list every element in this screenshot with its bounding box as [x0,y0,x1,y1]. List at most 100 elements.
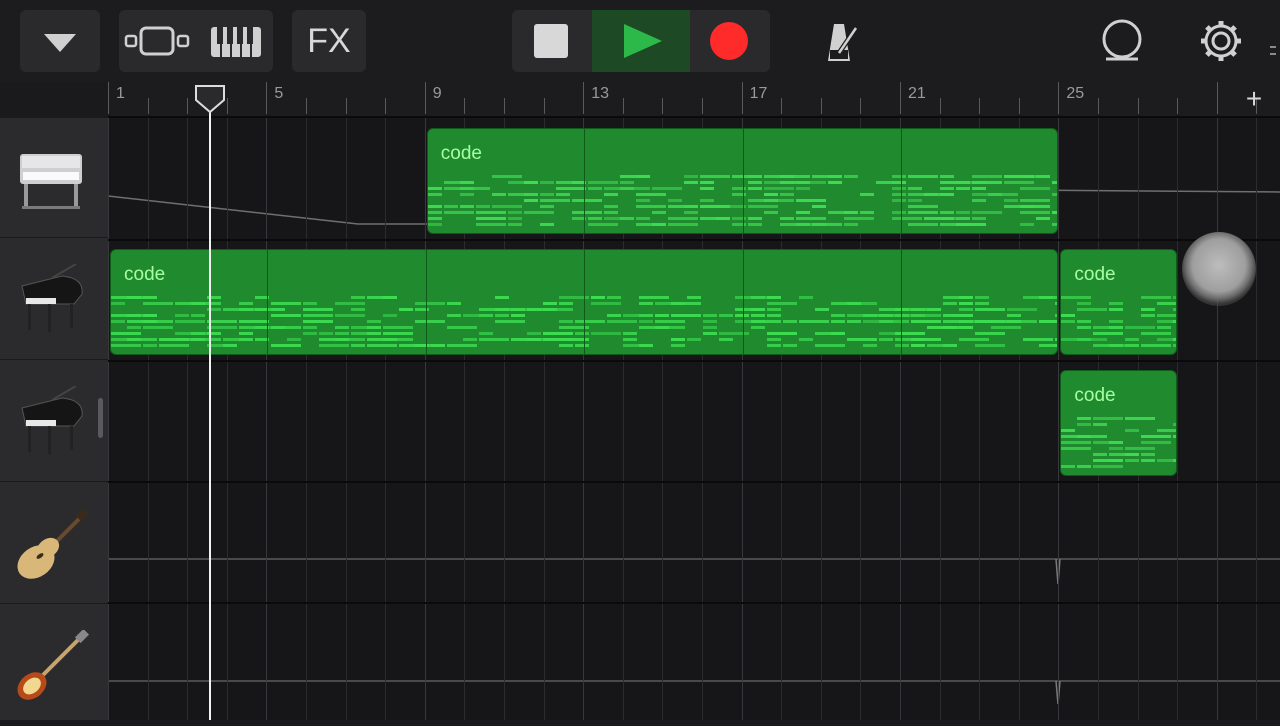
midi-note [1055,320,1058,323]
keyboard-button[interactable] [195,10,273,72]
midi-note [1109,320,1124,323]
midi-note [895,344,909,347]
fx-button[interactable]: FX [292,10,366,72]
midi-note [415,308,429,311]
ruler-tick [226,98,228,114]
midi-region[interactable]: code [110,249,1059,355]
midi-note [635,217,650,220]
track-header-acoustic-guitar[interactable] [0,484,108,604]
region-loop-seam [584,250,586,354]
midi-note [1055,314,1058,317]
timeline-ruler[interactable]: 1 5 9 13 17 21 25 [108,82,1280,118]
midi-note [667,199,682,202]
midi-note [699,175,730,178]
midi-note [907,223,938,226]
tracks-area[interactable]: code code code code [108,118,1280,720]
midi-note [891,187,906,190]
midi-note [719,338,733,341]
tracks-view-button[interactable] [119,10,195,72]
midi-note [335,314,365,317]
midi-region[interactable]: code [1060,249,1178,355]
midi-note [1125,417,1156,420]
midi-note [1061,441,1092,444]
settings-button[interactable] [1190,10,1252,72]
midi-note [651,211,666,214]
midi-note [447,344,477,347]
midi-note [1055,344,1058,347]
midi-region[interactable]: code [1060,370,1178,476]
midi-note [639,302,653,305]
midi-note [987,193,1018,196]
midi-note [479,314,493,317]
stop-button[interactable] [512,10,592,72]
metronome-button[interactable] [808,10,868,72]
midi-note [111,344,141,347]
midi-note [891,217,922,220]
midi-note [447,302,461,305]
midi-note [687,296,701,299]
midi-note [507,211,522,214]
midi-note [763,211,778,214]
track-header-bass[interactable] [0,606,108,726]
midi-note [415,302,445,305]
midi-note [559,302,573,305]
midi-note [223,344,237,347]
track-header-electric-piano[interactable] [0,118,108,238]
midi-note [271,344,301,347]
midi-region[interactable]: code [426,128,1059,234]
midi-note [827,181,842,184]
midi-note [1093,423,1108,426]
midi-note [351,344,365,347]
midi-note [843,211,858,214]
ruler-bar-label: 13 [591,85,609,102]
region-label: code [440,143,482,164]
midi-note [239,332,253,335]
midi-note [671,314,701,317]
midi-note [1109,441,1124,444]
midi-note [879,338,893,341]
midi-note [463,338,477,341]
midi-note [239,320,269,323]
ruler-tick [385,98,387,114]
midi-notes [1061,417,1177,473]
midi-note [731,187,746,190]
midi-note [303,320,333,323]
midi-note [795,199,826,202]
midi-note [1157,314,1177,317]
midi-note [683,211,698,214]
ruler-tick [1098,98,1099,114]
midi-note [603,205,618,208]
midi-note [991,326,1021,329]
midi-note [303,302,317,305]
midi-note [879,320,909,323]
scrub-knob[interactable] [1182,232,1256,306]
midi-note [811,223,842,226]
midi-note [783,320,797,323]
midi-note [799,296,813,299]
loop-browser-button[interactable] [1092,10,1152,72]
midi-note [655,314,669,317]
midi-note [607,320,637,323]
play-button[interactable] [592,10,690,72]
ruler-tick [108,82,109,114]
midi-note [703,320,717,323]
track-header-grand-piano[interactable] [0,240,108,360]
midi-note [683,175,698,178]
add-section-button[interactable]: + [1232,84,1276,116]
midi-note [703,332,717,335]
midi-note [591,332,621,335]
midi-note [543,302,557,305]
region-label: code [1074,264,1116,285]
record-button[interactable] [690,10,770,72]
ruler-bar-label: 1 [116,85,125,102]
playhead-handle[interactable] [194,84,226,114]
midi-note [751,314,765,317]
track-list-scrollbar[interactable] [98,398,103,438]
play-icon [624,24,662,58]
playhead-line [209,96,211,720]
midi-note [747,205,778,208]
track-header-grand-piano-2[interactable] [0,362,108,482]
midi-note [587,187,602,190]
browser-button[interactable] [20,10,100,72]
midi-note [975,308,1005,311]
